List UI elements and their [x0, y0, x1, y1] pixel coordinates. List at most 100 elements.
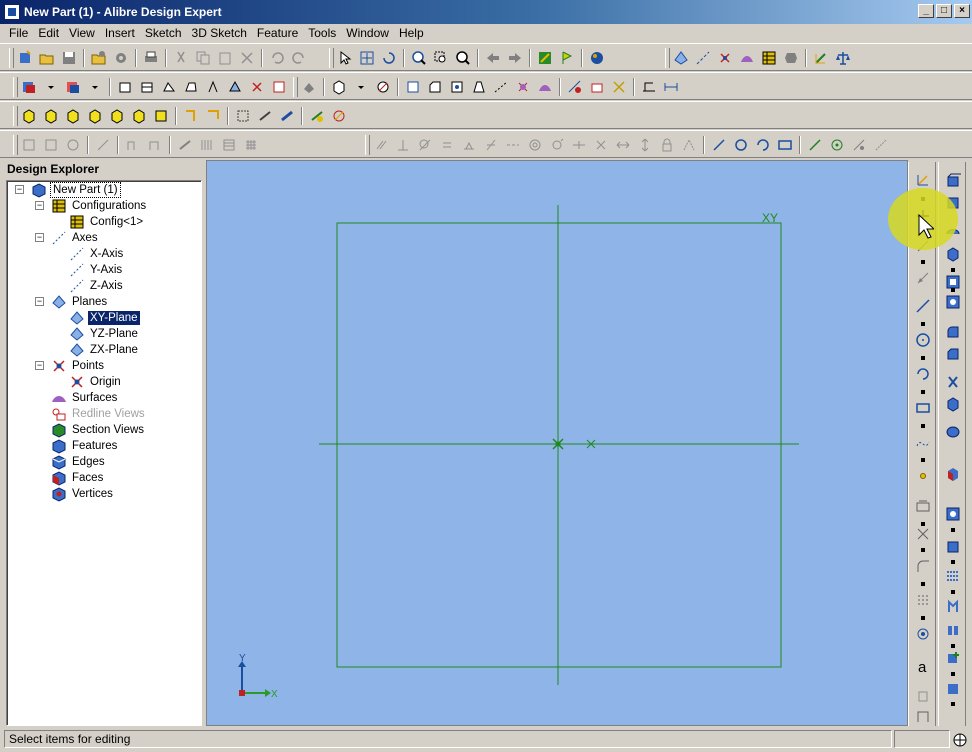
feature-chamfer-icon[interactable] [943, 344, 963, 364]
new-part-icon[interactable] [14, 47, 36, 69]
constraint-tangent-icon[interactable] [414, 134, 436, 156]
redline-icon[interactable] [328, 105, 350, 127]
sketch-mirror-icon[interactable] [92, 134, 114, 156]
maximize-button[interactable]: □ [936, 4, 952, 18]
insert-part-icon[interactable] [298, 76, 320, 98]
sketch-grid-2-icon[interactable] [240, 134, 262, 156]
fillet-icon[interactable] [402, 76, 424, 98]
constraint-vertical-icon[interactable] [480, 134, 502, 156]
tree-item-x-axis[interactable]: X-Axis [69, 246, 125, 262]
view-bottom-icon[interactable] [106, 105, 128, 127]
sketch-trim-icon[interactable] [144, 134, 166, 156]
design-explorer-tree[interactable]: − − − − − New Part (1) Configurations Co… [6, 180, 202, 726]
menu-view[interactable]: View [64, 26, 100, 40]
section-view-icon[interactable] [306, 105, 328, 127]
tree-item-z-axis[interactable]: Z-Axis [69, 278, 125, 294]
tree-item-axes[interactable]: Axes [51, 230, 100, 246]
menu-feature[interactable]: Feature [252, 26, 303, 40]
tree-item-configurations[interactable]: Configurations [51, 198, 148, 214]
sketch-figure-icon[interactable] [62, 134, 84, 156]
minimize-button[interactable]: _ [918, 4, 934, 18]
sweep-boss-icon[interactable] [158, 76, 180, 98]
sketch-circle-icon[interactable] [730, 134, 752, 156]
constraint-parallel-icon[interactable] [370, 134, 392, 156]
menu-help[interactable]: Help [394, 26, 429, 40]
mirror-icon[interactable] [512, 76, 534, 98]
constraint-vertical-dim-icon[interactable] [634, 134, 656, 156]
loft-boss-icon[interactable] [180, 76, 202, 98]
constraint-coincident-icon[interactable] [678, 134, 700, 156]
measure-icon[interactable] [564, 76, 586, 98]
view-iso-icon[interactable] [18, 105, 40, 127]
tree-item-new-part[interactable]: New Part (1) [31, 182, 121, 198]
sketch-text-field-icon[interactable] [913, 496, 933, 516]
view-top-icon[interactable] [84, 105, 106, 127]
design-table-icon[interactable] [758, 47, 780, 69]
view-front-icon[interactable] [40, 105, 62, 127]
revolve-boss-icon[interactable] [136, 76, 158, 98]
sketch-import-tool-icon[interactable] [913, 706, 933, 726]
undo-icon[interactable] [266, 47, 288, 69]
expander-configurations[interactable]: − [35, 201, 44, 210]
sketch-construction-icon[interactable] [870, 134, 892, 156]
menu-file[interactable]: File [4, 26, 33, 40]
sketch-trim-tool-icon[interactable] [913, 524, 933, 544]
pattern-icon[interactable] [490, 76, 512, 98]
feature-linear-pattern-icon[interactable] [943, 566, 963, 586]
sweep-cut-icon[interactable] [224, 76, 246, 98]
shaded-icon[interactable] [276, 105, 298, 127]
open-folder-icon[interactable] [36, 47, 58, 69]
sketch-rectangle-tool-icon[interactable] [913, 398, 933, 418]
hide-show-icon[interactable] [372, 76, 394, 98]
tree-item-yz-plane[interactable]: YZ-Plane [69, 326, 140, 342]
zoom-fit-icon[interactable] [452, 47, 474, 69]
extrude-boss-icon[interactable] [114, 76, 136, 98]
sketch-snap-icon[interactable] [40, 134, 62, 156]
sketch-project-tool-icon[interactable] [913, 624, 933, 644]
view-right-icon[interactable] [150, 105, 172, 127]
feature-mirror-2-icon[interactable] [943, 620, 963, 640]
tree-item-section-views[interactable]: Section Views [51, 422, 146, 438]
sketch-reference-icon[interactable] [804, 134, 826, 156]
close-button[interactable]: × [954, 4, 970, 18]
feature-loft-icon[interactable] [943, 244, 963, 264]
dropdown-arrow-3-icon[interactable] [350, 76, 372, 98]
tree-item-points[interactable]: Points [51, 358, 106, 374]
sketch-line-icon[interactable] [708, 134, 730, 156]
draft-icon[interactable] [468, 76, 490, 98]
constraint-collinear-icon[interactable] [502, 134, 524, 156]
sketch-activate-icon[interactable] [913, 170, 933, 190]
zoom-in-icon[interactable] [408, 47, 430, 69]
wireframe-icon[interactable] [232, 105, 254, 127]
feature-hole-icon[interactable] [943, 292, 963, 312]
sketch-rectangle-icon[interactable] [774, 134, 796, 156]
flag-icon[interactable] [556, 47, 578, 69]
plane-tool-icon[interactable] [670, 47, 692, 69]
menu-sketch[interactable]: Sketch [140, 26, 187, 40]
feature-insert-icon[interactable] [943, 648, 963, 668]
expander-new-part[interactable]: − [15, 185, 24, 194]
feature-boolean-icon[interactable] [943, 678, 963, 698]
tree-item-origin[interactable]: Origin [69, 374, 123, 390]
constraint-horizontal-icon[interactable] [458, 134, 480, 156]
constraint-symmetric-icon[interactable] [590, 134, 612, 156]
constraint-concentric-icon[interactable] [524, 134, 546, 156]
sketch-offset-icon[interactable] [122, 134, 144, 156]
part-color-icon[interactable] [780, 47, 802, 69]
sketch-pattern-tool-icon[interactable] [913, 590, 933, 610]
edit-icon[interactable] [810, 47, 832, 69]
feature-fillet-icon[interactable] [943, 322, 963, 342]
sheet-metal-icon[interactable] [638, 76, 660, 98]
tree-item-xy-plane[interactable]: XY-Plane [69, 310, 140, 326]
sketch-arc-icon[interactable] [752, 134, 774, 156]
expander-planes[interactable]: − [35, 297, 44, 306]
constraint-fix-icon[interactable] [656, 134, 678, 156]
tree-item-features[interactable]: Features [51, 438, 119, 454]
feature-draft-icon[interactable] [943, 394, 963, 414]
open-design-icon[interactable] [88, 47, 110, 69]
sketch-line-tool-icon[interactable] [913, 296, 933, 316]
thicken-icon[interactable] [246, 76, 268, 98]
sketch-point-tool-icon[interactable] [913, 466, 933, 486]
delete-icon[interactable] [236, 47, 258, 69]
expander-axes[interactable]: − [35, 233, 44, 242]
